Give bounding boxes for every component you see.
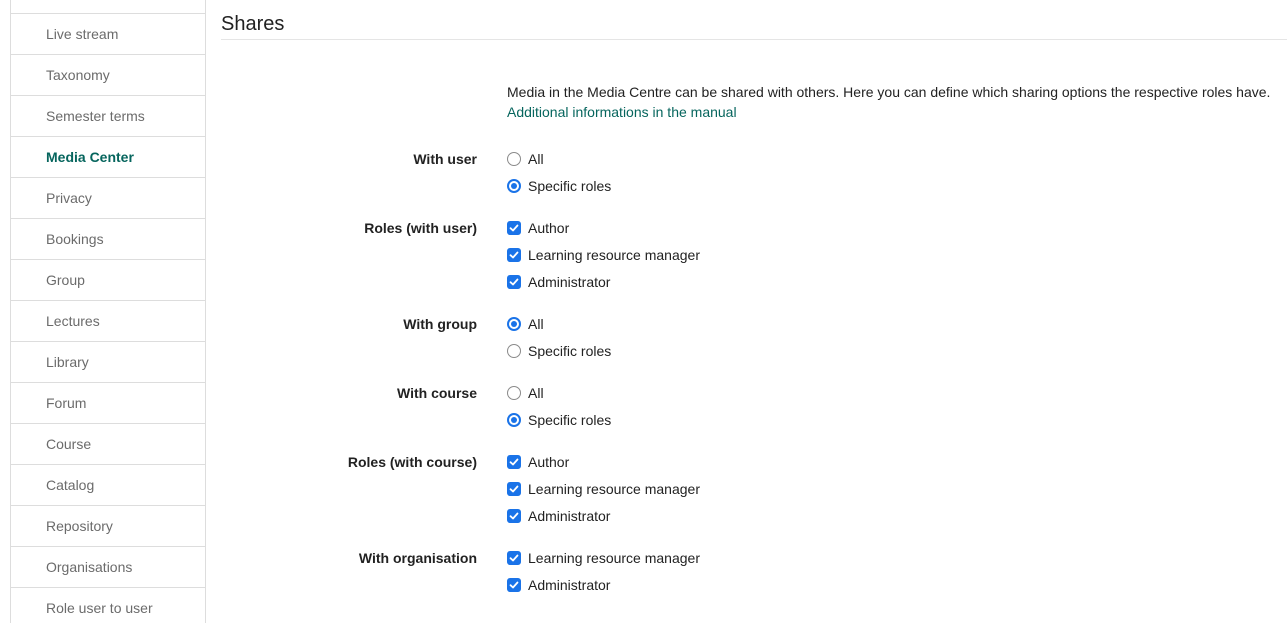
sidebar-item-label: Library — [46, 354, 89, 370]
option-label: Learning resource manager — [528, 481, 700, 497]
main-content: Shares Media in the Media Centre can be … — [221, 0, 1287, 593]
radio-option-specific-roles[interactable]: Specific roles — [507, 411, 611, 429]
section-label: With course — [397, 385, 477, 401]
sidebar-item-cut-off[interactable] — [11, 0, 205, 14]
radio-option-all[interactable]: All — [507, 384, 611, 402]
sidebar-item-label: Organisations — [46, 559, 133, 575]
sidebar-item-label: Lectures — [46, 313, 100, 329]
sidebar-item-role-user-to-user[interactable]: Role user to user — [11, 588, 205, 623]
checkbox-group: Author Learning resource manager Administr… — [507, 219, 700, 300]
checkbox-checked-icon[interactable] — [507, 275, 521, 289]
sidebar-item-catalog[interactable]: Catalog — [11, 465, 205, 506]
sidebar-item-library[interactable]: Library — [11, 342, 205, 383]
radio-unchecked-icon[interactable] — [507, 386, 521, 400]
sidebar-item-label: Catalog — [46, 477, 95, 493]
sidebar-item-lectures[interactable]: Lectures — [11, 301, 205, 342]
sidebar-item-organisations[interactable]: Organisations — [11, 547, 205, 588]
section-label: With user — [413, 151, 477, 167]
sidebar-item-label: Forum — [46, 395, 87, 411]
option-label: Learning resource manager — [528, 247, 700, 263]
sidebar-item-label: Semester terms — [46, 108, 145, 124]
checkbox-group: Learning resource manager Administrator — [507, 549, 700, 603]
radio-checked-icon[interactable] — [507, 179, 521, 193]
sidebar: Live stream Taxonomy Semester terms Media C… — [10, 0, 206, 623]
checkbox-checked-icon[interactable] — [507, 248, 521, 262]
option-label: All — [528, 316, 544, 332]
radio-group: All Specific roles — [507, 150, 611, 204]
radio-checked-icon[interactable] — [507, 413, 521, 427]
section-label: Roles (with user) — [364, 220, 477, 236]
option-label: Author — [528, 220, 570, 236]
manual-link[interactable]: Additional informations in the manual — [507, 102, 1270, 122]
sidebar-item-privacy[interactable]: Privacy — [11, 178, 205, 219]
checkbox-checked-icon[interactable] — [507, 482, 521, 496]
option-label: Administrator — [528, 508, 611, 524]
section-label: With group — [403, 316, 477, 332]
checkbox-checked-icon[interactable] — [507, 551, 521, 565]
checkbox-checked-icon[interactable] — [507, 578, 521, 592]
checkbox-option-learning-resource-manager[interactable]: Learning resource manager — [507, 549, 700, 567]
section-label: Roles (with course) — [347, 454, 477, 470]
intro: Media in the Media Centre can be shared … — [507, 82, 1270, 122]
checkbox-group: Author Learning resource manager Administr… — [507, 453, 700, 534]
sidebar-item-group[interactable]: Group — [11, 260, 205, 301]
checkbox-option-learning-resource-manager[interactable]: Learning resource manager — [507, 246, 700, 264]
option-label: Specific roles — [528, 412, 612, 428]
checkbox-option-author[interactable]: Author — [507, 453, 700, 471]
checkbox-option-administrator[interactable]: Administrator — [507, 507, 700, 525]
checkbox-checked-icon[interactable] — [507, 455, 521, 469]
checkbox-checked-icon[interactable] — [507, 509, 521, 523]
sidebar-item-label: Bookings — [46, 231, 104, 247]
radio-checked-icon[interactable] — [507, 317, 521, 331]
sidebar-item-taxonomy[interactable]: Taxonomy — [11, 55, 205, 96]
sidebar-item-bookings[interactable]: Bookings — [11, 219, 205, 260]
sidebar-item-label: Taxonomy — [46, 67, 110, 83]
option-label: Learning resource manager — [528, 550, 700, 566]
checkbox-option-author[interactable]: Author — [507, 219, 700, 237]
sidebar-item-label: Privacy — [46, 190, 92, 206]
sidebar-item-course[interactable]: Course — [11, 424, 205, 465]
sidebar-item-label: Repository — [46, 518, 113, 534]
radio-option-all[interactable]: All — [507, 315, 611, 333]
radio-unchecked-icon[interactable] — [507, 152, 521, 166]
section-label: With organisation — [358, 550, 477, 566]
sidebar-item-repository[interactable]: Repository — [11, 506, 205, 547]
radio-option-specific-roles[interactable]: Specific roles — [507, 342, 611, 360]
sidebar-item-live-stream[interactable]: Live stream — [11, 14, 205, 55]
radio-group: All Specific roles — [507, 315, 611, 369]
checkbox-checked-icon[interactable] — [507, 221, 521, 235]
checkbox-option-administrator[interactable]: Administrator — [507, 576, 700, 594]
option-label: Specific roles — [528, 343, 612, 359]
radio-unchecked-icon[interactable] — [507, 344, 521, 358]
sidebar-item-label: Media Center — [46, 149, 134, 165]
option-label: Administrator — [528, 577, 611, 593]
sidebar-item-label: Course — [46, 436, 92, 452]
sidebar-item-label: Role user to user — [46, 600, 153, 616]
page-title: Shares — [221, 0, 1287, 40]
radio-option-all[interactable]: All — [507, 150, 611, 168]
radio-group: All Specific roles — [507, 384, 611, 438]
checkbox-option-learning-resource-manager[interactable]: Learning resource manager — [507, 480, 700, 498]
sidebar-item-label: Group — [46, 272, 85, 288]
option-label: All — [528, 151, 544, 167]
sidebar-item-semester-terms[interactable]: Semester terms — [11, 96, 205, 137]
intro-text: Media in the Media Centre can be shared … — [507, 84, 1271, 100]
option-label: All — [528, 385, 544, 401]
option-label: Administrator — [528, 274, 611, 290]
radio-option-specific-roles[interactable]: Specific roles — [507, 177, 611, 195]
option-label: Author — [528, 454, 570, 470]
checkbox-option-administrator[interactable]: Administrator — [507, 273, 700, 291]
sidebar-item-media-center[interactable]: Media Center — [11, 137, 205, 178]
sidebar-item-forum[interactable]: Forum — [11, 383, 205, 424]
sidebar-item-label: Live stream — [46, 26, 119, 42]
option-label: Specific roles — [528, 178, 612, 194]
